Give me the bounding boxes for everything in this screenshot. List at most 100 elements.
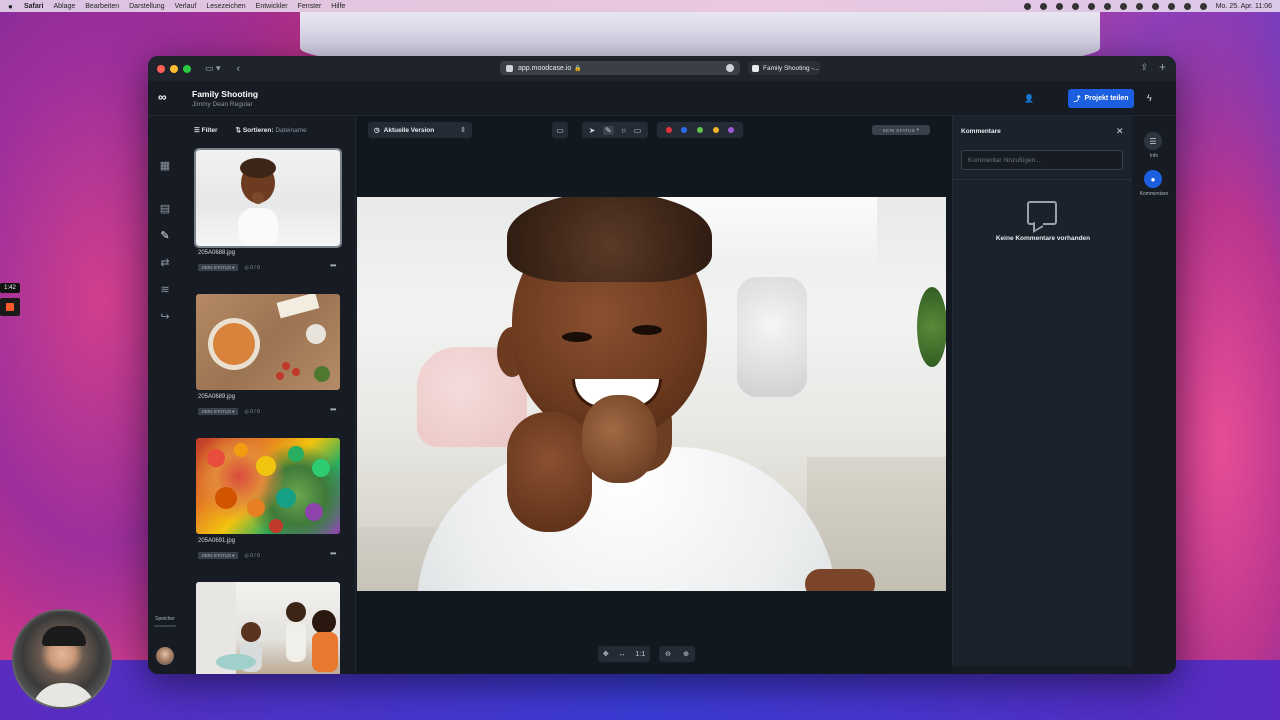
color-swatch-red[interactable] [665, 127, 672, 133]
menu-darstellung[interactable]: Darstellung [129, 3, 164, 10]
photo-content [805, 569, 875, 591]
menu-bearbeiten[interactable]: Bearbeiten [85, 3, 119, 10]
sidebar-toggle-icon[interactable]: ▭ ▾ [205, 63, 221, 74]
photo-content [507, 197, 712, 282]
forward-icon[interactable]: ↪ [158, 311, 172, 323]
menubar-clock[interactable]: Mo. 25. Apr. 11:06 [1216, 3, 1272, 10]
menu-entwickler[interactable]: Entwickler [256, 3, 288, 10]
bolt-icon[interactable]: ϟ [1147, 93, 1152, 103]
status-dropdown[interactable]: KEIN STATUS ▾ [872, 125, 930, 135]
menu-hilfe[interactable]: Hilfe [331, 3, 345, 10]
avatar[interactable] [156, 647, 174, 665]
menu-fenster[interactable]: Fenster [298, 3, 322, 10]
sort-button[interactable]: ⇅ Sortieren: Dateiname [236, 126, 307, 134]
status-icon[interactable] [1087, 2, 1095, 10]
comment-count: ◎ 0 / 0 [244, 552, 260, 559]
right-rail: ☰ Info ● Kommentare [1132, 116, 1176, 674]
filter-button[interactable]: ☰ Filter [194, 126, 218, 134]
share-icon[interactable]: ⇪ [1140, 62, 1148, 73]
status-icon[interactable] [1119, 2, 1127, 10]
status-icon[interactable] [1151, 2, 1159, 10]
menu-lesezeichen[interactable]: Lesezeichen [206, 3, 245, 10]
color-swatch-purple[interactable] [728, 127, 735, 133]
zoom-out-icon[interactable]: ⊖ [665, 650, 671, 658]
version-label: Aktuelle Version [383, 126, 435, 134]
comments-button[interactable]: ● [1144, 170, 1162, 188]
menu-verlauf[interactable]: Verlauf [175, 3, 197, 10]
tab-title: Family Shooting -... [763, 64, 819, 72]
status-icon[interactable] [1023, 2, 1031, 10]
address-bar[interactable]: app.moodcase.io 🔒 [500, 61, 740, 75]
status-icon[interactable] [1199, 2, 1207, 10]
filter-icon: ☰ [194, 127, 202, 134]
status-icon[interactable] [1135, 2, 1143, 10]
minimize-window-button[interactable] [170, 64, 178, 73]
grid-icon[interactable]: ▦ [158, 160, 172, 172]
status-badge-label: KEIN STATUS [202, 553, 231, 558]
compare-icon[interactable]: ⇄ [158, 257, 172, 269]
new-tab-icon[interactable]: + [1159, 60, 1166, 74]
fit-width-icon[interactable]: ↔ [619, 651, 626, 658]
main-photo[interactable] [357, 197, 946, 591]
comments-title: Kommentare [961, 128, 1001, 135]
rectangle-tool-icon[interactable]: ▭ [634, 126, 642, 135]
browser-window: ▭ ▾ ‹ app.moodcase.io 🔒 Family Shooting … [148, 56, 1176, 674]
zoom-in-icon[interactable]: ⊕ [683, 650, 689, 658]
close-icon[interactable]: ✕ [1116, 126, 1124, 137]
more-icon[interactable]: ••• [330, 261, 336, 270]
storage-bar [154, 625, 176, 627]
project-subtitle: Jimmy Dean Regular [192, 101, 253, 108]
status-icon[interactable] [1039, 2, 1047, 10]
user-icon[interactable]: 👤 [1024, 94, 1034, 104]
circle-tool-icon[interactable]: ○ [621, 126, 626, 135]
comments-panel: Kommentare ✕ Kommentar hinzufügen... Kei… [952, 116, 1133, 666]
info-button[interactable]: ☰ [1144, 132, 1162, 150]
comment-input[interactable]: Kommentar hinzufügen... [961, 150, 1123, 170]
color-swatch-blue[interactable] [681, 127, 688, 133]
version-dropdown[interactable]: ◷ Aktuelle Version ⇕ [368, 122, 472, 138]
status-badge[interactable]: KEIN STATUS ▾ [198, 264, 239, 271]
status-badge[interactable]: KEIN STATUS ▾ [198, 552, 239, 559]
left-rail: ▦ ▤ ✎ ⇄ ≋ ↪ Speicher [148, 116, 182, 674]
share-project-button[interactable]: ⤴ Projekt teilen [1068, 89, 1134, 108]
color-swatch-yellow[interactable] [712, 127, 719, 133]
pen-tool-icon[interactable]: ✎ [603, 125, 614, 135]
pencil-icon[interactable]: ✎ [158, 230, 172, 242]
back-arrow-icon[interactable]: ‹ [237, 63, 241, 75]
status-icon[interactable] [1167, 2, 1175, 10]
comment-count-value: 0 / 0 [250, 552, 260, 559]
favicon-icon [752, 64, 759, 72]
status-icon[interactable] [1055, 2, 1063, 10]
file-thumbnail[interactable] [194, 148, 342, 248]
reload-icon[interactable] [726, 64, 734, 72]
zoom-window-button[interactable] [183, 64, 191, 73]
more-icon[interactable]: ••• [330, 405, 336, 414]
close-window-button[interactable] [157, 64, 165, 73]
apple-icon[interactable]: ● [8, 2, 16, 11]
file-thumbnail[interactable] [196, 438, 340, 534]
note-tool-button[interactable]: ▭ [552, 122, 568, 138]
storage-label: Speicher [155, 616, 175, 622]
zoom-1to1-button[interactable]: 1:1 [635, 651, 645, 658]
layers-icon[interactable]: ≋ [158, 284, 172, 296]
recording-stop-button[interactable] [0, 298, 20, 316]
status-icon[interactable] [1183, 2, 1191, 10]
menu-safari[interactable]: Safari [24, 3, 43, 10]
file-thumbnail[interactable] [196, 582, 340, 674]
status-icon[interactable] [1103, 2, 1111, 10]
status-badge[interactable]: KEIN STATUS ▾ [198, 408, 239, 415]
archive-icon[interactable]: ▤ [158, 203, 172, 215]
share-project-label: Projekt teilen [1084, 95, 1129, 102]
color-swatch-green[interactable] [696, 127, 703, 133]
view-controls: ✥ ↔ 1:1 [598, 646, 650, 662]
pointer-tool-icon[interactable]: ➤ [589, 126, 596, 135]
file-thumbnail[interactable] [196, 294, 340, 390]
status-icon[interactable] [1071, 2, 1079, 10]
divider [953, 179, 1133, 180]
moodcase-logo[interactable]: ∞ [158, 91, 174, 103]
menu-ablage[interactable]: Ablage [53, 3, 75, 10]
comment-count-value: 0 / 0 [250, 264, 260, 271]
pan-icon[interactable]: ✥ [603, 650, 609, 658]
browser-tab[interactable]: Family Shooting -... [748, 61, 820, 75]
more-icon[interactable]: ••• [330, 549, 336, 558]
